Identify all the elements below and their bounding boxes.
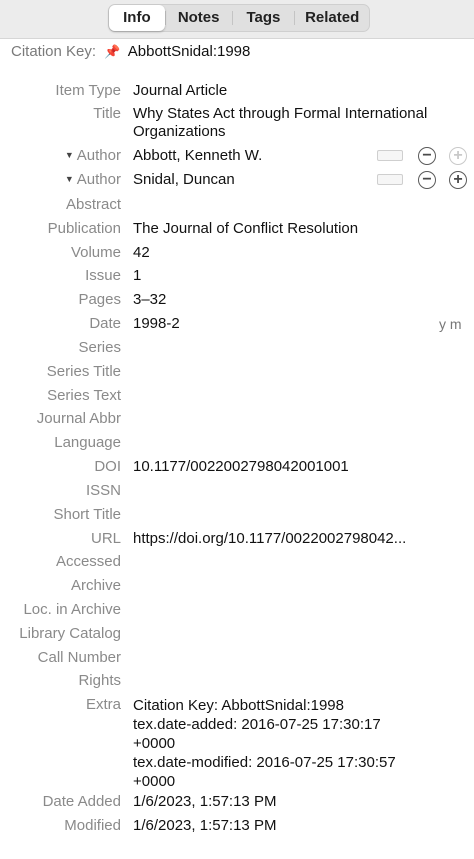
field-label: Accessed xyxy=(55,553,121,570)
field-row-accessed: Accessed xyxy=(0,551,474,573)
field-label: Series Title xyxy=(46,363,121,380)
field-label: Call Number xyxy=(37,649,121,666)
pages-value[interactable]: 3–32 xyxy=(133,289,166,311)
issue-value[interactable]: 1 xyxy=(133,265,141,287)
field-label: Rights xyxy=(78,672,121,689)
field-label: Issue xyxy=(85,267,121,284)
tab-segmented-control: Info Notes Tags Related xyxy=(108,4,370,32)
extra-value[interactable]: Citation Key: AbbottSnidal:1998 tex.date… xyxy=(133,696,396,791)
item-type-value[interactable]: Journal Article xyxy=(133,80,227,102)
modified-value: 1/6/2023, 1:57:13 PM xyxy=(133,817,277,834)
field-label: ISSN xyxy=(85,482,121,499)
field-row-language: Language xyxy=(0,432,474,454)
field-label: Journal Abbr xyxy=(36,410,121,427)
field-label: Series Text xyxy=(47,387,121,404)
field-label: Abstract xyxy=(65,196,121,213)
field-row-url: URL https://doi.org/10.1177/002200279804… xyxy=(0,528,474,550)
publication-value[interactable]: The Journal of Conflict Resolution xyxy=(133,218,358,240)
minus-circle-icon[interactable]: − xyxy=(418,171,436,189)
field-label: Item Type xyxy=(55,82,121,99)
doi-value[interactable]: 10.1177/0022002798042001001 xyxy=(133,456,349,478)
creator-type-switch[interactable] xyxy=(377,174,403,185)
date-added-value: 1/6/2023, 1:57:13 PM xyxy=(133,793,277,810)
author-name-value[interactable]: Snidal, Duncan xyxy=(133,169,235,191)
field-row-volume: Volume 42 xyxy=(0,242,474,264)
field-label: Archive xyxy=(70,577,121,594)
field-label: Loc. in Archive xyxy=(23,601,121,618)
field-row-author: ▼ Author Abbott, Kenneth W. − + xyxy=(0,145,474,167)
date-format-hint: y m xyxy=(439,316,462,332)
author-name-value[interactable]: Abbott, Kenneth W. xyxy=(133,145,262,167)
field-row-short-title: Short Title xyxy=(0,504,474,526)
date-value[interactable]: 1998-2 xyxy=(133,313,180,335)
triangle-down-icon: ▼ xyxy=(64,174,74,184)
url-value[interactable]: https://doi.org/10.1177/0022002798042... xyxy=(133,528,406,550)
tab-tags[interactable]: Tags xyxy=(233,5,295,31)
tab-info[interactable]: Info xyxy=(109,5,165,31)
field-row-series-title: Series Title xyxy=(0,361,474,383)
field-row-library-catalog: Library Catalog xyxy=(0,623,474,645)
field-label: Title xyxy=(93,105,121,122)
author-label[interactable]: ▼ Author xyxy=(65,145,121,167)
tab-notes[interactable]: Notes xyxy=(166,5,232,31)
citation-key: Citation Key: 📌 AbbottSnidal:1998 xyxy=(11,41,250,61)
field-row-journal-abbr: Journal Abbr xyxy=(0,408,474,430)
field-row-doi: DOI 10.1177/0022002798042001001 xyxy=(0,456,474,478)
field-label: Date Added xyxy=(42,793,121,810)
field-label: Series xyxy=(78,339,121,356)
field-label: Author xyxy=(76,147,121,164)
field-label: Volume xyxy=(70,244,121,261)
field-label: Date xyxy=(89,315,121,332)
creator-type-switch[interactable] xyxy=(377,150,403,161)
title-value[interactable]: Why States Act through Formal Internatio… xyxy=(133,105,463,141)
field-row-abstract: Abstract xyxy=(0,194,474,216)
tab-related[interactable]: Related xyxy=(295,5,369,31)
pin-icon: 📌 xyxy=(104,44,121,59)
field-row-series: Series xyxy=(0,337,474,359)
citation-key-value[interactable]: AbbottSnidal:1998 xyxy=(128,43,251,60)
field-row-call-number: Call Number xyxy=(0,647,474,669)
tab-bar: Info Notes Tags Related xyxy=(0,0,474,39)
field-row-date-added: Date Added 1/6/2023, 1:57:13 PM xyxy=(0,791,474,813)
field-label: Modified xyxy=(64,817,121,834)
field-row-rights: Rights xyxy=(0,670,474,692)
plus-circle-icon[interactable]: + xyxy=(449,147,467,165)
field-row-pages: Pages 3–32 xyxy=(0,289,474,311)
field-row-archive: Archive xyxy=(0,575,474,597)
field-row-extra: Extra Citation Key: AbbottSnidal:1998 te… xyxy=(0,694,474,790)
field-row-modified: Modified 1/6/2023, 1:57:13 PM xyxy=(0,815,474,837)
field-row-author: ▼ Author Snidal, Duncan − + xyxy=(0,169,474,191)
field-row-publication: Publication The Journal of Conflict Reso… xyxy=(0,218,474,240)
field-row-issn: ISSN xyxy=(0,480,474,502)
field-label: Author xyxy=(76,171,121,188)
citation-key-label: Citation Key: xyxy=(11,43,97,60)
field-label: DOI xyxy=(94,458,121,475)
field-label: Extra xyxy=(85,696,121,713)
plus-circle-icon[interactable]: + xyxy=(449,171,467,189)
field-row-title: Title Why States Act through Formal Inte… xyxy=(0,103,474,143)
field-row-issue: Issue 1 xyxy=(0,265,474,287)
field-label: Library Catalog xyxy=(19,625,121,642)
field-row-loc-in-archive: Loc. in Archive xyxy=(0,599,474,621)
field-label: Pages xyxy=(78,291,121,308)
url-label-link[interactable]: URL xyxy=(91,528,121,550)
minus-circle-icon[interactable]: − xyxy=(418,147,436,165)
field-row-series-text: Series Text xyxy=(0,385,474,407)
triangle-down-icon: ▼ xyxy=(64,150,74,160)
field-row-item-type: Item Type Journal Article xyxy=(0,80,474,102)
author-label[interactable]: ▼ Author xyxy=(65,169,121,191)
field-label: Publication xyxy=(47,220,121,237)
field-row-date: Date 1998-2 y m xyxy=(0,313,474,335)
volume-value[interactable]: 42 xyxy=(133,242,150,264)
field-label: Short Title xyxy=(53,506,121,523)
field-label: Language xyxy=(54,434,121,451)
